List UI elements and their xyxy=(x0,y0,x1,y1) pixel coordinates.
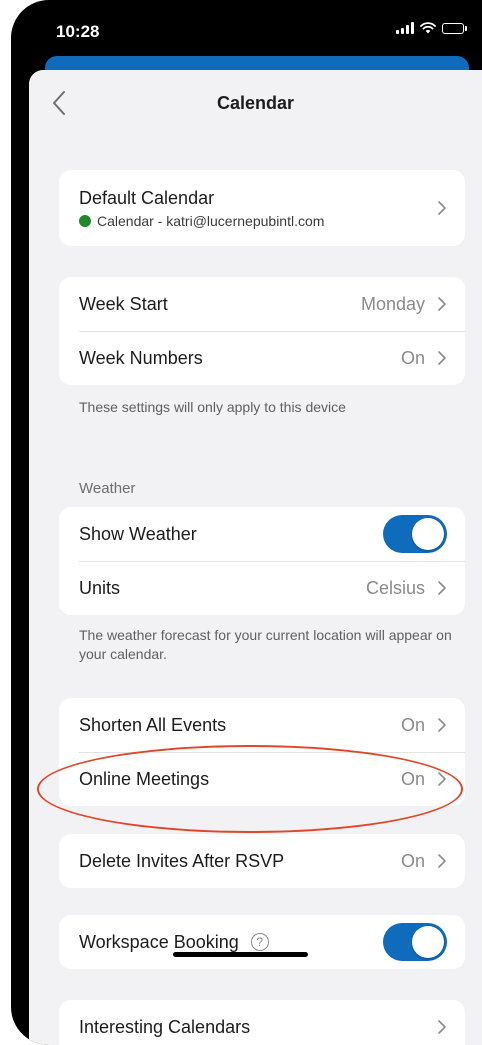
shorten-events-label: Shorten All Events xyxy=(79,714,227,735)
interesting-calendars-card: Interesting Calendars xyxy=(59,1000,465,1045)
cellular-signal-icon xyxy=(396,22,414,34)
help-icon[interactable]: ? xyxy=(250,932,269,951)
online-meetings-row[interactable]: Online Meetings On xyxy=(59,752,465,806)
delete-invites-card: Delete Invites After RSVP On xyxy=(59,834,465,888)
workspace-booking-label-wrap: Workspace Booking? xyxy=(79,932,383,953)
default-calendar-subtitle: Calendar - katri@lucernepubintl.com xyxy=(79,213,437,229)
delete-invites-value: On xyxy=(400,850,425,871)
week-start-row[interactable]: Week Start Monday xyxy=(59,277,465,331)
calendar-color-dot xyxy=(79,214,91,227)
shorten-events-row[interactable]: Shorten All Events On xyxy=(59,698,465,752)
nav-bar: Calendar xyxy=(29,70,482,138)
online-meetings-label: Online Meetings xyxy=(79,768,210,789)
page-title: Calendar xyxy=(216,93,295,113)
chevron-right-icon xyxy=(438,718,446,732)
weather-section-header: Weather xyxy=(79,480,136,497)
week-settings-card: Week Start Monday Week Numbers On xyxy=(59,277,465,385)
status-icons xyxy=(396,22,467,34)
units-row[interactable]: Units Celsius xyxy=(59,561,465,615)
workspace-booking-label: Workspace Booking xyxy=(79,931,239,952)
show-weather-toggle[interactable] xyxy=(383,515,447,553)
chevron-right-icon xyxy=(438,297,446,311)
weather-card: Show Weather Units Celsius xyxy=(59,507,465,615)
units-value: Celsius xyxy=(365,577,425,598)
calendar-settings-sheet: Calendar Default Calendar Calendar - kat… xyxy=(29,70,482,1045)
chevron-right-icon xyxy=(438,854,446,868)
week-start-value: Monday xyxy=(360,293,425,314)
default-calendar-label: Default Calendar xyxy=(79,187,215,208)
workspace-booking-card: Workspace Booking? xyxy=(59,915,465,969)
show-weather-label: Show Weather xyxy=(79,523,197,544)
events-card: Shorten All Events On Online Meetings On xyxy=(59,698,465,806)
show-weather-row: Show Weather xyxy=(59,507,465,561)
online-meetings-value: On xyxy=(400,768,425,789)
week-start-label: Week Start xyxy=(79,293,168,314)
chevron-right-icon xyxy=(438,772,446,786)
workspace-booking-row: Workspace Booking? xyxy=(59,915,465,969)
default-calendar-card: Default Calendar Calendar - katri@lucern… xyxy=(59,170,465,246)
battery-icon xyxy=(442,22,467,34)
week-numbers-row[interactable]: Week Numbers On xyxy=(59,331,465,385)
chevron-right-icon xyxy=(438,201,446,215)
phone-screen: 10:28 Calendar Default Calendar Calendar… xyxy=(11,0,482,1045)
default-calendar-row[interactable]: Default Calendar Calendar - katri@lucern… xyxy=(59,170,465,246)
chevron-right-icon xyxy=(438,1020,446,1034)
chevron-right-icon xyxy=(438,581,446,595)
week-numbers-label: Week Numbers xyxy=(79,347,203,368)
status-bar: 10:28 xyxy=(11,0,482,58)
weather-note: The weather forecast for your current lo… xyxy=(79,627,452,662)
shorten-events-value: On xyxy=(400,714,425,735)
chevron-right-icon xyxy=(438,351,446,365)
delete-invites-label: Delete Invites After RSVP xyxy=(79,850,285,871)
status-time: 10:28 xyxy=(56,22,100,41)
interesting-calendars-label: Interesting Calendars xyxy=(79,1016,251,1037)
week-settings-note: These settings will only apply to this d… xyxy=(79,399,346,415)
default-calendar-account: Calendar - katri@lucernepubintl.com xyxy=(97,212,325,229)
interesting-calendars-row[interactable]: Interesting Calendars xyxy=(59,1000,465,1045)
wifi-icon xyxy=(420,22,436,34)
units-label: Units xyxy=(79,577,121,598)
workspace-booking-toggle[interactable] xyxy=(383,923,447,961)
week-numbers-value: On xyxy=(400,347,425,368)
home-indicator xyxy=(173,952,308,957)
delete-invites-row[interactable]: Delete Invites After RSVP On xyxy=(59,834,465,888)
